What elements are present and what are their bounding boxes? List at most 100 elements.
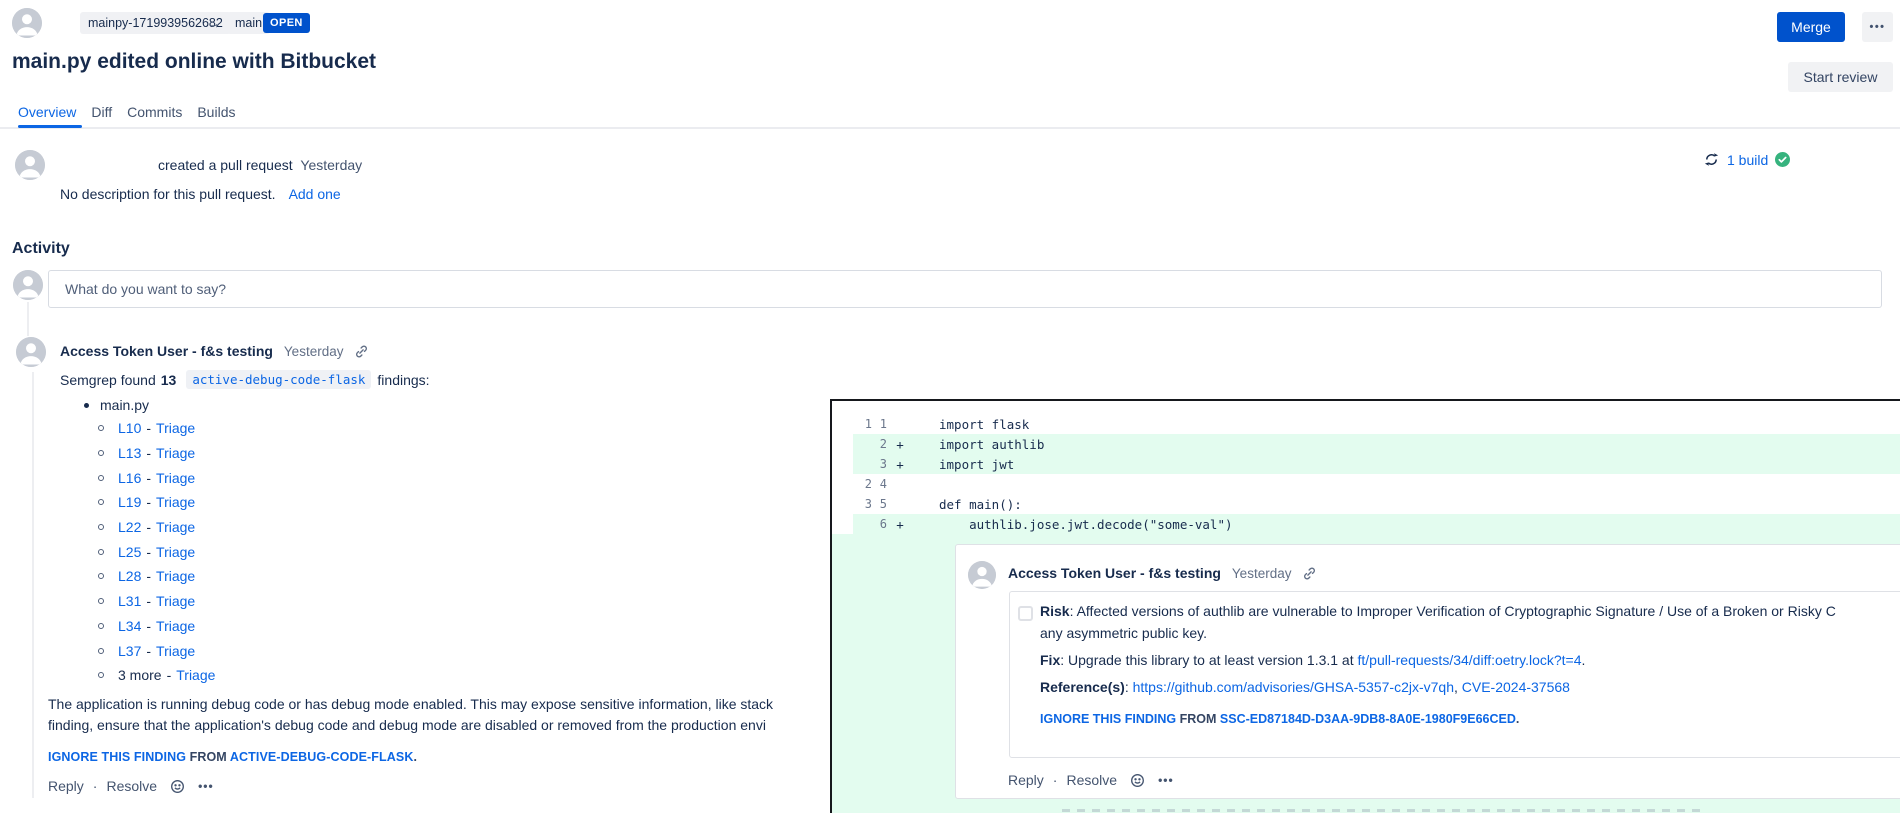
finding-line-link[interactable]: L22: [118, 519, 141, 535]
build-count-link[interactable]: 1 build: [1727, 152, 1768, 168]
triage-link[interactable]: Triage: [156, 470, 195, 486]
inline-comment-card: Access Token User - f&s testing Yesterda…: [955, 544, 1900, 799]
bullet-circle-icon: [98, 450, 104, 456]
finding-item-more: 3 more-Triage: [98, 663, 215, 688]
inline-comment-avatar[interactable]: [968, 561, 996, 589]
person-icon: [16, 337, 46, 367]
comment-actions: Reply · Resolve •••: [48, 778, 214, 794]
triage-link[interactable]: Triage: [156, 593, 195, 609]
inline-comment-time: Yesterday: [1232, 566, 1292, 581]
tab-diff[interactable]: Diff: [91, 104, 112, 120]
file-list-item: main.py: [84, 397, 149, 413]
pr-author-avatar[interactable]: [12, 8, 42, 38]
finding-detail-box: Risk: Affected versions of authlib are v…: [1009, 591, 1900, 758]
build-success-icon: [1775, 152, 1790, 167]
triage-link[interactable]: Triage: [156, 445, 195, 461]
finding-line-link[interactable]: L25: [118, 544, 141, 560]
bullet-circle-icon: [98, 672, 104, 678]
more-options-button[interactable]: •••: [1862, 12, 1893, 42]
finding-line-link[interactable]: L28: [118, 568, 141, 584]
builds-refresh-icon: [1703, 151, 1720, 168]
triage-link[interactable]: Triage: [156, 494, 195, 510]
diff-row: 11import flask: [853, 414, 1900, 434]
triage-link[interactable]: Triage: [156, 519, 195, 535]
add-reaction-icon[interactable]: [1130, 773, 1145, 788]
triage-link[interactable]: Triage: [156, 568, 195, 584]
diff-row-added: 6+ authlib.jose.jwt.decode("some-val"): [853, 514, 1900, 534]
comment-author[interactable]: Access Token User - f&s testing: [60, 343, 273, 359]
tab-overview[interactable]: Overview: [18, 104, 76, 120]
finding-item: L28-Triage: [98, 564, 215, 589]
comment-more-button[interactable]: •••: [1158, 773, 1174, 787]
finding-checkbox[interactable]: [1018, 606, 1033, 621]
finding-line-link[interactable]: L31: [118, 593, 141, 609]
cve-link[interactable]: CVE-2024-37568: [1462, 679, 1570, 695]
pr-status-badge: OPEN: [263, 13, 310, 33]
triage-link[interactable]: Triage: [156, 544, 195, 560]
thread-line: [32, 372, 34, 798]
diff-row: 24: [853, 474, 1900, 494]
bullet-circle-icon: [98, 475, 104, 481]
diff-row-added: 2+import authlib: [853, 434, 1900, 454]
finding-line-link[interactable]: L10: [118, 420, 141, 436]
inline-comment-actions: Reply · Resolve •••: [1008, 772, 1174, 788]
permalink-icon[interactable]: [1302, 566, 1317, 581]
bitbucket-pr-page: mainpy-1719939562682 → main OPEN Merge •…: [0, 0, 1900, 813]
ignore-rule-link[interactable]: ACTIVE-DEBUG-CODE-FLASK: [230, 750, 414, 764]
bullet-circle-icon: [98, 549, 104, 555]
bullet-circle-icon: [98, 598, 104, 604]
ssc-reference-link[interactable]: SSC-ED87184D-D3AA-9DB8-8A0E-1980F9E66CED: [1220, 712, 1516, 726]
tabs-divider: [0, 127, 1900, 129]
tab-builds[interactable]: Builds: [197, 104, 235, 120]
triage-link[interactable]: Triage: [176, 667, 215, 683]
finding-line-link[interactable]: L34: [118, 618, 141, 634]
resolve-link[interactable]: Resolve: [106, 778, 157, 794]
finding-item: L19-Triage: [98, 490, 215, 515]
reply-link[interactable]: Reply: [1008, 772, 1044, 788]
no-description-row: No description for this pull request.Add…: [60, 186, 341, 202]
bullet-icon: [84, 403, 89, 408]
event-author-avatar[interactable]: [15, 150, 45, 180]
composer-avatar[interactable]: [13, 270, 43, 300]
finding-line-link[interactable]: L16: [118, 470, 141, 486]
finding-item: L10-Triage: [98, 416, 215, 441]
add-description-link[interactable]: Add one: [289, 186, 341, 202]
fix-link[interactable]: ft/pull-requests/34/diff:oetry.lock?t=4: [1358, 652, 1582, 668]
finding-description-line1: The application is running debug code or…: [48, 696, 773, 712]
reply-link[interactable]: Reply: [48, 778, 84, 794]
ignore-finding-link[interactable]: IGNORE THIS FINDING: [1040, 712, 1176, 726]
person-icon: [13, 270, 43, 300]
ignore-finding-link[interactable]: IGNORE THIS FINDING: [48, 750, 186, 764]
bullet-circle-icon: [98, 524, 104, 530]
triage-link[interactable]: Triage: [156, 618, 195, 634]
inline-comment-author[interactable]: Access Token User - f&s testing: [1008, 565, 1221, 581]
resolve-link[interactable]: Resolve: [1066, 772, 1117, 788]
pr-tabs: Overview Diff Commits Builds: [18, 104, 235, 120]
risk-line2: any asymmetric public key.: [1040, 625, 1207, 641]
finding-item: L34-Triage: [98, 614, 215, 639]
finding-item: L22-Triage: [98, 515, 215, 540]
comment-more-button[interactable]: •••: [198, 779, 214, 793]
finding-line-link[interactable]: L13: [118, 445, 141, 461]
triage-link[interactable]: Triage: [156, 643, 195, 659]
rule-chip[interactable]: active-debug-code-flask: [186, 370, 371, 389]
pr-event-text: created a pull request Yesterday: [158, 157, 362, 173]
active-tab-underline: [18, 125, 82, 128]
ignore-finding-row: IGNORE THIS FINDING FROM ACTIVE-DEBUG-CO…: [48, 750, 417, 764]
comment-input[interactable]: [48, 270, 1882, 308]
person-icon: [15, 150, 45, 180]
tab-commits[interactable]: Commits: [127, 104, 182, 120]
add-reaction-icon[interactable]: [170, 779, 185, 794]
triage-link[interactable]: Triage: [156, 420, 195, 436]
references-line: Reference(s): https://github.com/advisor…: [1040, 679, 1570, 695]
comment-author-avatar[interactable]: [16, 337, 46, 367]
finding-description-line2: finding, ensure that the application's d…: [48, 717, 766, 733]
bullet-circle-icon: [98, 573, 104, 579]
ghsa-advisory-link[interactable]: https://github.com/advisories/GHSA-5357-…: [1133, 679, 1454, 695]
start-review-button[interactable]: Start review: [1788, 62, 1893, 92]
permalink-icon[interactable]: [354, 344, 369, 359]
finding-line-link[interactable]: L19: [118, 494, 141, 510]
finding-line-link[interactable]: L37: [118, 643, 141, 659]
merge-button[interactable]: Merge: [1777, 12, 1845, 42]
risk-line: Risk: Affected versions of authlib are v…: [1040, 603, 1836, 619]
